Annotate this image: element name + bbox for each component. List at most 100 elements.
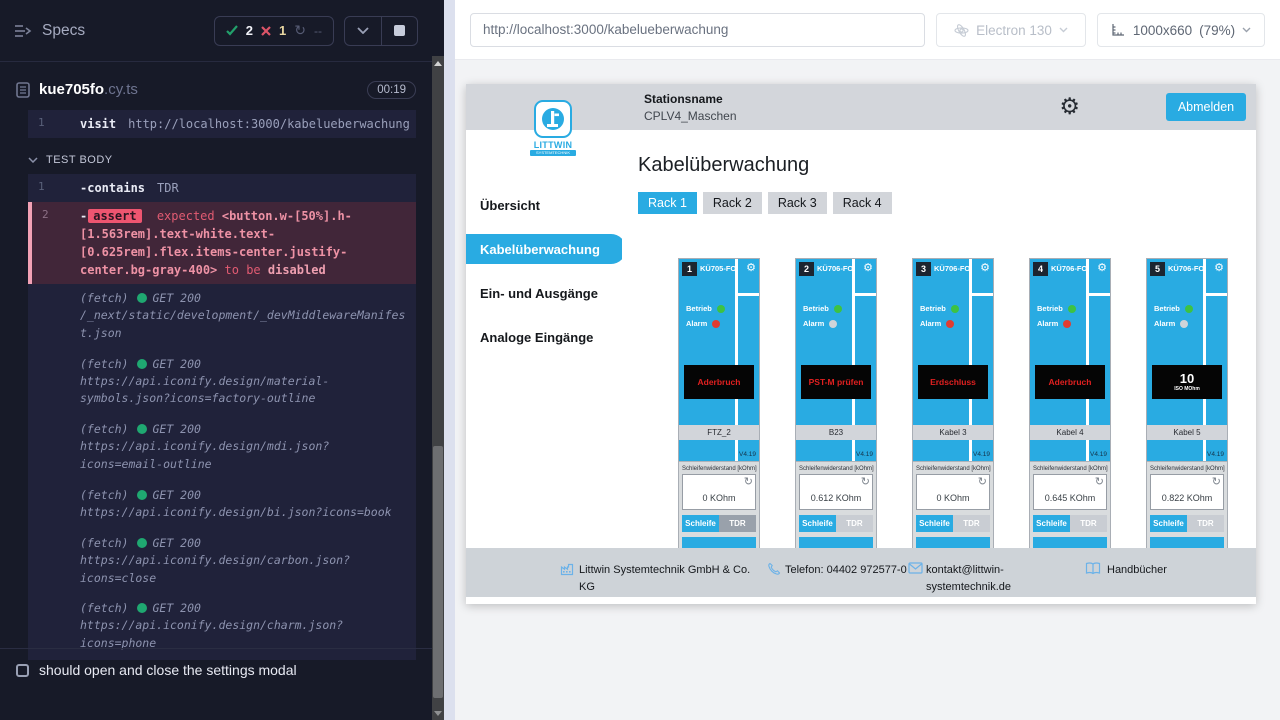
- crane-logo-icon: [541, 107, 565, 131]
- firmware-version: V4.19: [679, 440, 759, 461]
- failed-x-icon: [261, 26, 271, 36]
- assert-failed-row[interactable]: 2 -assert expected <button.w-[50%].h-[1.…: [28, 202, 416, 284]
- tdr-button[interactable]: TDR: [719, 515, 756, 532]
- refresh-icon[interactable]: ↻: [1095, 475, 1104, 488]
- cable-name-label: Kabel 4: [1030, 425, 1110, 440]
- viewport-size: 1000x660: [1133, 23, 1192, 38]
- settings-gear-icon[interactable]: ⚙: [1059, 92, 1080, 120]
- next-test-row[interactable]: should open and close the settings modal: [0, 648, 432, 691]
- stop-icon: [394, 25, 405, 36]
- pending-refresh-icon: ↻: [294, 22, 306, 39]
- firmware-version: V4.19: [796, 440, 876, 461]
- footer-manuals-link[interactable]: Handbücher: [1107, 562, 1167, 579]
- device-gear-icon[interactable]: ⚙: [1214, 261, 1224, 275]
- schleife-button[interactable]: Schleife: [1150, 515, 1187, 532]
- card-bottom-strip: [682, 537, 756, 548]
- schleife-button[interactable]: Schleife: [682, 515, 719, 532]
- tab-rack-4[interactable]: Rack 4: [833, 192, 892, 214]
- refresh-icon[interactable]: ↻: [861, 475, 870, 488]
- tdr-button[interactable]: TDR: [836, 515, 873, 532]
- fetch-log-entry: (fetch)GET 200 /_next/static/development…: [28, 284, 416, 350]
- refresh-icon[interactable]: ↻: [744, 475, 753, 488]
- scrollbar-up-arrow[interactable]: [434, 61, 442, 66]
- passed-count: 2: [246, 23, 253, 38]
- tab-rack-1[interactable]: Rack 1: [638, 192, 697, 214]
- command-number: 1: [28, 179, 80, 197]
- footer-email[interactable]: kontakt@littwin-systemtechnik.de: [926, 562, 1022, 595]
- test-box-icon: [16, 664, 29, 677]
- nav-item-kabelueberwachung[interactable]: Kabelüberwachung: [466, 234, 626, 264]
- device-gear-icon[interactable]: ⚙: [1097, 261, 1107, 275]
- scrollbar-thumb[interactable]: [433, 446, 443, 698]
- spec-duration-badge: 00:19: [367, 81, 416, 99]
- specs-menu-icon[interactable]: [14, 24, 32, 38]
- fetch-status: GET 200: [152, 536, 200, 550]
- panel-resizer[interactable]: [444, 0, 455, 720]
- logo-tile: [534, 100, 572, 138]
- tab-rack-3[interactable]: Rack 3: [768, 192, 827, 214]
- device-gear-icon[interactable]: ⚙: [863, 261, 873, 275]
- specs-label[interactable]: Specs: [42, 22, 85, 40]
- chevron-down-icon: [1059, 27, 1068, 33]
- betrieb-label: Betrieb: [686, 304, 712, 313]
- device-gear-icon[interactable]: ⚙: [746, 261, 756, 275]
- alarm-led-icon: [946, 320, 954, 328]
- url-input[interactable]: http://localhost:3000/kabelueberwachung: [470, 13, 925, 47]
- logout-button[interactable]: Abmelden: [1166, 93, 1246, 121]
- alarm-led-icon: [829, 320, 837, 328]
- spec-file-row[interactable]: kue705fo.cy.ts 00:19: [0, 70, 432, 110]
- nav-item-ein-und-ausgaenge[interactable]: Ein- und Ausgänge: [466, 271, 622, 315]
- nav-item-analoge-eingaenge[interactable]: Analoge Eingänge: [466, 315, 622, 359]
- chevron-down-icon: [1242, 27, 1251, 33]
- success-dot-icon: [137, 359, 147, 369]
- test-body-section-header[interactable]: TEST BODY: [28, 154, 432, 166]
- contains-command-row[interactable]: 1 -containsTDR: [28, 174, 416, 202]
- device-display: 10 ISO MOhm: [1152, 365, 1222, 399]
- fetch-status: GET 200: [152, 357, 200, 371]
- schleife-button[interactable]: Schleife: [1033, 515, 1070, 532]
- schleife-button[interactable]: Schleife: [799, 515, 836, 532]
- device-status-text: Aderbruch: [1049, 377, 1092, 387]
- alarm-label: Alarm: [803, 319, 824, 328]
- viewport-size-selector[interactable]: 1000x660 (79%): [1097, 13, 1265, 47]
- spec-extension: .cy.ts: [104, 81, 138, 98]
- betrieb-label: Betrieb: [1154, 304, 1180, 313]
- tdr-button[interactable]: TDR: [953, 515, 990, 532]
- scrollbar-track[interactable]: [432, 56, 444, 720]
- email-icon: [908, 562, 923, 574]
- tdr-button[interactable]: TDR: [1070, 515, 1107, 532]
- firmware-version: V4.19: [1030, 440, 1110, 461]
- assert-badge: assert: [88, 209, 141, 223]
- fetch-label: (fetch): [80, 488, 128, 502]
- assert-expected-label: expected: [157, 209, 215, 223]
- footer-phone[interactable]: Telefon: 04402 972577-0: [785, 562, 911, 579]
- device-card-3: 3 KÜ706-FO ⚙ Betrieb Alarm Erdschluss Ka…: [912, 258, 994, 548]
- reporter-header: Specs 2 1 ↻ --: [0, 0, 432, 62]
- resistance-value: 0 KOhm: [917, 493, 989, 503]
- slot-number-badge: 1: [682, 262, 697, 276]
- collapse-button[interactable]: [345, 17, 381, 45]
- fetch-label: (fetch): [80, 422, 128, 436]
- betrieb-led-icon: [1068, 305, 1076, 313]
- success-dot-icon: [137, 424, 147, 434]
- nav-item-uebersicht[interactable]: Übersicht: [466, 183, 622, 227]
- scrollbar-down-arrow[interactable]: [434, 711, 442, 716]
- reporter-scrollbar[interactable]: [432, 0, 444, 720]
- betrieb-label: Betrieb: [1037, 304, 1063, 313]
- stop-button[interactable]: [381, 17, 417, 45]
- device-card-5: 5 KÜ706-FO ⚙ Betrieb Alarm 10 ISO MOhm K…: [1146, 258, 1228, 548]
- device-gear-icon[interactable]: ⚙: [980, 261, 990, 275]
- refresh-icon[interactable]: ↻: [1212, 475, 1221, 488]
- tab-rack-2[interactable]: Rack 2: [703, 192, 762, 214]
- footer-company: Littwin Systemtechnik GmbH & Co. KG: [579, 562, 755, 595]
- betrieb-led-icon: [717, 305, 725, 313]
- tdr-button[interactable]: TDR: [1187, 515, 1224, 532]
- cable-name-label: Kabel 5: [1147, 425, 1227, 440]
- schleife-button[interactable]: Schleife: [916, 515, 953, 532]
- fetch-label: (fetch): [80, 536, 128, 550]
- browser-selector[interactable]: Electron 130: [936, 13, 1086, 47]
- refresh-icon[interactable]: ↻: [978, 475, 987, 488]
- card-bottom-strip: [799, 537, 873, 548]
- visit-command-row[interactable]: 1 visithttp://localhost:3000/kabelueberw…: [28, 110, 416, 138]
- alarm-label: Alarm: [1037, 319, 1058, 328]
